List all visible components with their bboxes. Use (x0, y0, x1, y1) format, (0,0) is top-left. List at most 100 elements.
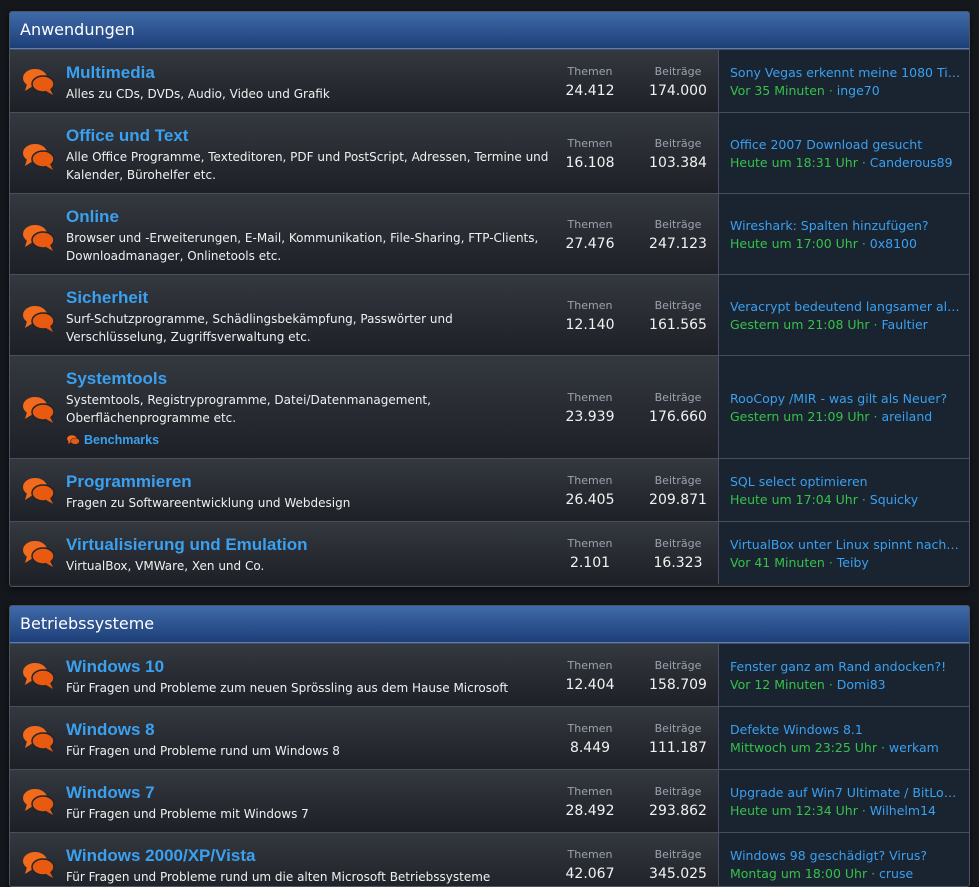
last-post-title[interactable]: Defekte Windows 8.1 (730, 721, 962, 739)
last-post: Fenster ganz am Rand andocken?! Vor 12 M… (718, 644, 969, 706)
speech-bubbles-icon (23, 225, 55, 251)
small-speech-bubbles-icon (67, 435, 80, 445)
forum-description: Browser und -Erweiterungen, E-Mail, Komm… (66, 231, 539, 263)
topics-stat: Themen 12.404 (565, 659, 615, 693)
last-post-user[interactable]: areiland (882, 409, 933, 424)
forum-title-multimedia[interactable]: Multimedia (66, 63, 556, 83)
last-post-user[interactable]: 0x8100 (870, 236, 917, 251)
forum-row: Windows 7 Für Fragen und Probleme mit Wi… (10, 769, 969, 832)
speech-bubbles-icon (23, 663, 55, 689)
last-post-time: Heute um 18:31 Uhr (730, 155, 858, 170)
last-post: Office 2007 Download gesucht Heute um 18… (718, 113, 969, 193)
forum-description: Für Fragen und Probleme zum neuen Spröss… (66, 681, 509, 695)
posts-stat: Beiträge 16.323 (653, 537, 703, 571)
speech-bubbles-icon (23, 69, 55, 95)
topics-stat: Themen 24.412 (565, 65, 615, 99)
topics-stat: Themen 42.067 (565, 848, 615, 882)
topics-stat: Themen 8.449 (567, 722, 613, 756)
speech-bubbles-icon (23, 397, 55, 423)
speech-bubbles-icon (23, 478, 55, 504)
topics-stat: Themen 2.101 (567, 537, 613, 571)
forum-row: Windows 8 Für Fragen und Probleme rund u… (10, 706, 969, 769)
category-block-anwendungen: Anwendungen Multimedia Alles zu CDs, DVD… (9, 11, 970, 587)
forum-row: Systemtools Systemtools, Registryprogram… (10, 355, 969, 458)
forum-row: Sicherheit Surf-Schutzprogramme, Schädli… (10, 274, 969, 355)
speech-bubbles-icon (23, 306, 55, 332)
posts-stat: Beiträge 293.862 (649, 785, 707, 819)
forum-title-online[interactable]: Online (66, 207, 556, 227)
posts-stat: Beiträge 161.565 (649, 299, 707, 333)
speech-bubbles-icon (23, 541, 55, 567)
topics-stat: Themen 28.492 (565, 785, 615, 819)
forum-description: Fragen zu Softwareentwicklung und Webdes… (66, 496, 351, 510)
forum-description: Für Fragen und Probleme rund um Windows … (66, 744, 340, 758)
forum-description: Für Fragen und Probleme rund um die alte… (66, 870, 491, 884)
last-post-time: Heute um 12:34 Uhr (730, 803, 858, 818)
last-post: RooCopy /MIR - was gilt als Neuer? Geste… (718, 356, 969, 458)
last-post-title[interactable]: RooCopy /MIR - was gilt als Neuer? (730, 390, 962, 408)
last-post: Upgrade auf Win7 Ultimate / BitLocker He… (718, 770, 969, 832)
last-post-time: Heute um 17:04 Uhr (730, 492, 858, 507)
last-post-user[interactable]: Squicky (870, 492, 918, 507)
forum-title-programmieren[interactable]: Programmieren (66, 472, 556, 492)
posts-stat: Beiträge 174.000 (649, 65, 707, 99)
forum-description: Alle Office Programme, Texteditoren, PDF… (66, 150, 549, 182)
last-post-user[interactable]: Canderous89 (870, 155, 953, 170)
last-post: Sony Vegas erkennt meine 1080 Ti nic... … (718, 50, 969, 112)
last-post-user[interactable]: Wilhelm14 (870, 803, 936, 818)
category-header[interactable]: Anwendungen (10, 12, 969, 49)
last-post: SQL select optimieren Heute um 17:04 Uhr… (718, 459, 969, 521)
last-post-time: Vor 12 Minuten (730, 677, 825, 692)
speech-bubbles-icon (23, 726, 55, 752)
last-post-time: Vor 35 Minuten (730, 83, 825, 98)
topics-stat: Themen 27.476 (565, 218, 615, 252)
forum-description: Systemtools, Registryprogramme, Datei/Da… (66, 393, 431, 425)
last-post-time: Montag um 18:00 Uhr (730, 866, 868, 881)
last-post: Defekte Windows 8.1 Mittwoch um 23:25 Uh… (718, 707, 969, 769)
last-post: Veracrypt bedeutend langsamer als B... G… (718, 275, 969, 355)
last-post-time: Vor 41 Minuten (730, 555, 825, 570)
speech-bubbles-icon (23, 144, 55, 170)
last-post-user[interactable]: Faultier (882, 317, 928, 332)
last-post-user[interactable]: Teiby (837, 555, 869, 570)
forum-title-windows-8[interactable]: Windows 8 (66, 720, 556, 740)
posts-stat: Beiträge 103.384 (649, 137, 707, 171)
last-post-title[interactable]: Sony Vegas erkennt meine 1080 Ti nic... (730, 64, 962, 82)
forum-title-systemtools[interactable]: Systemtools (66, 369, 556, 389)
last-post-title[interactable]: SQL select optimieren (730, 473, 962, 491)
last-post-time: Heute um 17:00 Uhr (730, 236, 858, 251)
subforum-label: Benchmarks (84, 433, 160, 447)
forum-description: Alles zu CDs, DVDs, Audio, Video und Gra… (66, 87, 330, 101)
category-header[interactable]: Betriebssysteme (10, 606, 969, 643)
last-post-user[interactable]: werkam (889, 740, 939, 755)
last-post-title[interactable]: Fenster ganz am Rand andocken?! (730, 658, 962, 676)
forum-title-sicherheit[interactable]: Sicherheit (66, 288, 556, 308)
forum-title-office-und-text[interactable]: Office und Text (66, 126, 556, 146)
topics-stat: Themen 12.140 (565, 299, 615, 333)
topics-stat: Themen 23.939 (565, 391, 615, 425)
forum-row: Virtualisierung und Emulation VirtualBox… (10, 521, 969, 584)
subforum-link-benchmarks[interactable]: Benchmarks (66, 433, 556, 447)
last-post-user[interactable]: Domi83 (837, 677, 886, 692)
last-post-title[interactable]: Veracrypt bedeutend langsamer als B... (730, 298, 962, 316)
posts-stat: Beiträge 158.709 (649, 659, 707, 693)
forum-title-virtualisierung[interactable]: Virtualisierung und Emulation (66, 535, 556, 555)
last-post-time: Mittwoch um 23:25 Uhr (730, 740, 877, 755)
topics-stat: Themen 16.108 (565, 137, 615, 171)
last-post-title[interactable]: Wireshark: Spalten hinzufügen? (730, 217, 962, 235)
last-post-user[interactable]: inge70 (837, 83, 880, 98)
forum-row: Office und Text Alle Office Programme, T… (10, 112, 969, 193)
forum-title-windows-10[interactable]: Windows 10 (66, 657, 556, 677)
forum-row: Programmieren Fragen zu Softwareentwickl… (10, 458, 969, 521)
last-post-title[interactable]: VirtualBox unter Linux spinnt nach kur..… (730, 536, 962, 554)
last-post-user[interactable]: cruse (879, 866, 913, 881)
forum-title-windows-7[interactable]: Windows 7 (66, 783, 556, 803)
last-post-title[interactable]: Office 2007 Download gesucht (730, 136, 962, 154)
last-post-title[interactable]: Upgrade auf Win7 Ultimate / BitLocker (730, 784, 962, 802)
last-post-time: Gestern um 21:08 Uhr (730, 317, 870, 332)
posts-stat: Beiträge 111.187 (649, 722, 707, 756)
last-post: VirtualBox unter Linux spinnt nach kur..… (718, 522, 969, 584)
posts-stat: Beiträge 247.123 (649, 218, 707, 252)
last-post-title[interactable]: Windows 98 geschädigt? Virus? (730, 847, 962, 865)
forum-title-windows-2000-xp-vista[interactable]: Windows 2000/XP/Vista (66, 846, 556, 866)
